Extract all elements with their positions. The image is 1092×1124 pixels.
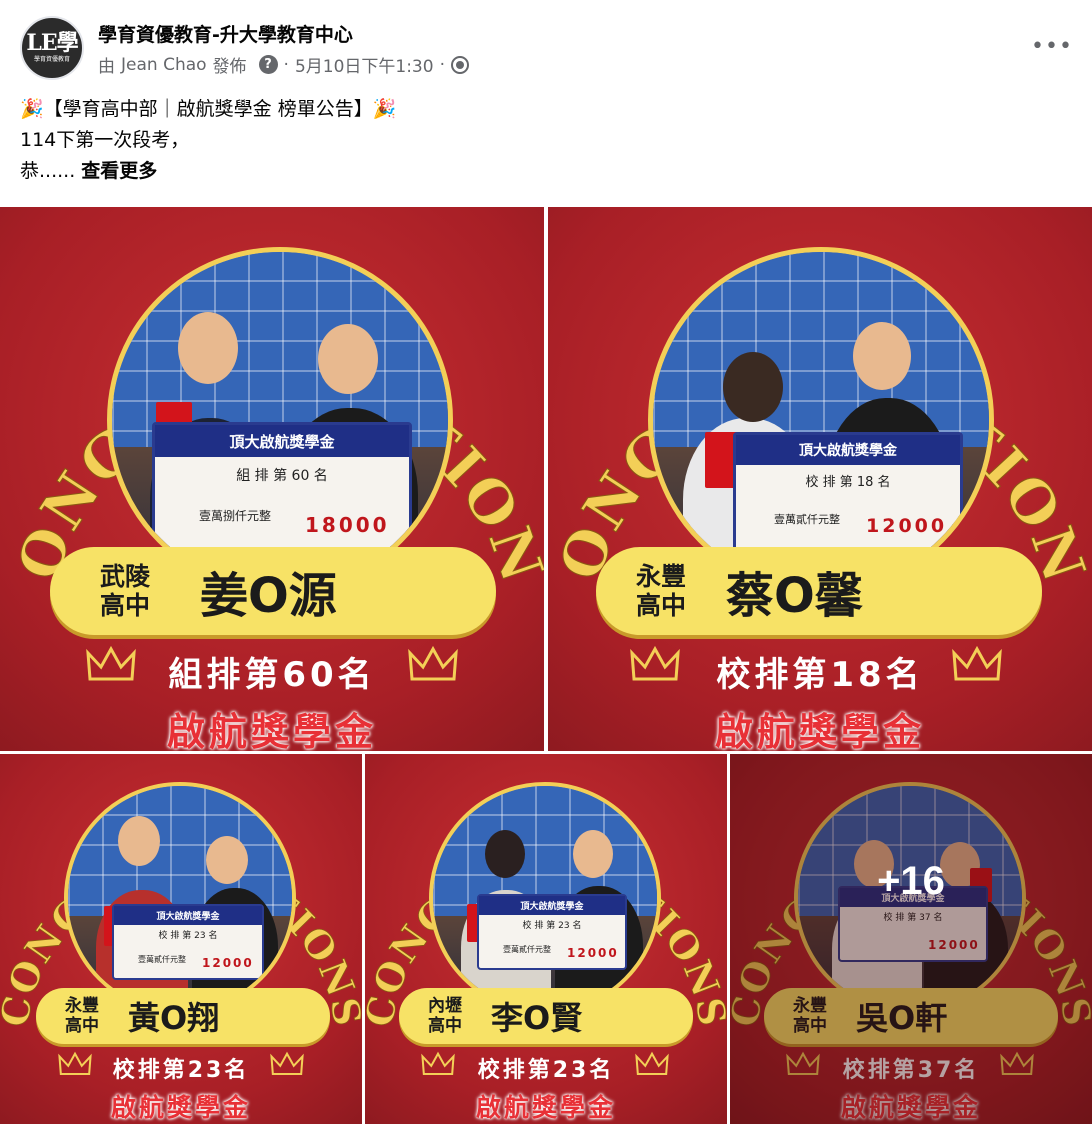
award-title: 啟航獎學金: [714, 710, 925, 751]
facebook-post: LE學 學育資優教育 學育資優教育-升大學教育中心 由 Jean Chao 發佈…: [0, 0, 1092, 1124]
globe-icon: [450, 55, 469, 74]
sign-words: 壹萬貳仟元整: [503, 945, 551, 954]
sign-amount: 18000: [305, 513, 390, 537]
sign-rank: 校 排 第 23 名: [522, 921, 582, 931]
post-meta: 由 Jean Chao 發佈 ? · 5月10日下午1:30 ·: [98, 52, 469, 77]
school-name: 永豐 高中: [36, 996, 128, 1036]
rank-text: 校排第23名: [477, 1058, 615, 1083]
sign-title: 頂大啟航獎學金: [479, 896, 625, 915]
school-line-2: 高中: [99, 591, 150, 620]
more-photos-count: +16: [877, 858, 945, 903]
crown-icon: [408, 645, 458, 681]
head-right: [573, 830, 613, 878]
award-photo: 頂大啟航獎學金 校 排 第 23 名 壹萬貳仟元整 12000: [64, 782, 296, 1014]
student-name: 黃O翔: [128, 999, 220, 1037]
award-title: 啟航獎學金: [110, 1093, 251, 1122]
award-photo: 頂大啟航獎學金 校 排 第 23 名 壹萬貳仟元整 12000: [429, 782, 661, 1014]
sign-amount: 12000: [866, 515, 948, 537]
more-options-button[interactable]: •••: [1031, 28, 1072, 64]
poster-wall: [653, 252, 989, 447]
head-left: [118, 816, 160, 866]
head-right: [853, 322, 911, 390]
photo-tile-4[interactable]: CONGRATULATIONS 頂大啟航獎學金 校 排 第 23 名 壹萬貳仟元…: [365, 754, 727, 1124]
author-prefix: 由: [98, 57, 115, 77]
rank-text: 校排第23名: [112, 1058, 250, 1083]
photo-tile-3[interactable]: CONGRATULATIONS 頂大啟航獎學金 校 排 第 23 名 壹萬貳仟元…: [0, 754, 362, 1124]
rank-text: 組排第60名: [168, 655, 376, 695]
sign-words: 壹萬貳仟元整: [138, 955, 186, 964]
sign-amount: 12000: [567, 946, 619, 960]
school-line-1: 永豐: [65, 996, 99, 1016]
post-text: 🎉【學育高中部｜啟航獎學金 榜單公告】🎉 114下第一次段考， 恭...... …: [20, 94, 1060, 187]
scholarship-sign: 頂大啟航獎學金 校 排 第 23 名 壹萬貳仟元整 12000: [112, 904, 264, 980]
sign-title: 頂大啟航獎學金: [114, 906, 262, 925]
award-photo: 頂大啟航獎學金 校 排 第 18 名 壹萬貳仟元整 12000: [648, 247, 994, 593]
sign-rank: 組 排 第 60 名: [236, 468, 328, 484]
page-name-link[interactable]: 學育資優教育-升大學教育中心: [98, 20, 353, 47]
school-name: 武陵 高中: [50, 562, 200, 620]
school-line-2: 高中: [428, 1016, 462, 1036]
name-banner: 武陵 高中 姜O源: [50, 547, 496, 635]
school-line-2: 高中: [635, 591, 686, 620]
sign-title: 頂大啟航獎學金: [736, 435, 960, 465]
post-text-truncated: 恭......: [20, 160, 76, 182]
school-name: 永豐 高中: [596, 562, 726, 620]
page-avatar[interactable]: LE學 學育資優教育: [20, 16, 84, 80]
award-title: 啟航獎學金: [475, 1093, 616, 1122]
student-name: 姜O源: [200, 568, 337, 624]
name-banner: 永豐 高中 黃O翔: [36, 988, 330, 1044]
meta-separator: ·: [283, 54, 289, 75]
more-photos-overlay[interactable]: +16: [730, 754, 1092, 1124]
sign-amount: 12000: [202, 956, 254, 970]
crown-icon: [270, 1051, 304, 1075]
head-left: [178, 312, 238, 384]
author-name-link[interactable]: Jean Chao: [121, 55, 207, 75]
school-name: 內壢 高中: [399, 996, 491, 1036]
school-line-1: 永豐: [635, 562, 686, 591]
avatar-logo-text: LE學: [26, 30, 78, 56]
school-line-1: 內壢: [428, 996, 462, 1016]
sign-rank: 校 排 第 18 名: [805, 475, 891, 490]
post-text-line-3: 恭...... 查看更多: [20, 156, 1060, 187]
sign-words: 壹萬捌仟元整: [199, 509, 272, 523]
head-left: [485, 830, 525, 878]
author-suffix: 發佈: [212, 57, 247, 77]
school-line-2: 高中: [65, 1016, 99, 1036]
help-icon[interactable]: ?: [258, 55, 278, 74]
see-more-link[interactable]: 查看更多: [81, 160, 157, 182]
sign-title: 頂大啟航獎學金: [155, 425, 409, 458]
student-name: 蔡O馨: [726, 568, 863, 624]
school-line-1: 武陵: [99, 562, 150, 591]
photo-tile-1[interactable]: CONGRATULATIONS 頂大啟航獎學金 組 排 第 60 名 壹萬捌仟元…: [0, 207, 544, 751]
meta-separator-2: ·: [439, 54, 445, 75]
student-name: 李O賢: [491, 999, 583, 1037]
sign-rank: 校 排 第 23 名: [158, 931, 218, 941]
head-left: [723, 352, 783, 422]
award-photo: 頂大啟航獎學金 組 排 第 60 名 壹萬捌仟元整 18000: [107, 247, 453, 593]
avatar-logo-subtext: 學育資優教育: [33, 56, 70, 63]
post-text-line-2: 114下第一次段考，: [20, 129, 190, 151]
sign-words: 壹萬貳仟元整: [774, 513, 840, 526]
scholarship-sign: 頂大啟航獎學金 校 排 第 18 名 壹萬貳仟元整 12000: [733, 432, 963, 552]
post-text-line-1: 🎉【學育高中部｜啟航獎學金 榜單公告】🎉: [20, 98, 397, 120]
photo-grid: CONGRATULATIONS 頂大啟航獎學金 組 排 第 60 名 壹萬捌仟元…: [0, 207, 1092, 1124]
award-title: 啟航獎學金: [166, 710, 377, 751]
name-banner: 內壢 高中 李O賢: [399, 988, 693, 1044]
scholarship-sign: 頂大啟航獎學金 組 排 第 60 名 壹萬捌仟元整 18000: [152, 422, 412, 552]
rank-text: 校排第18名: [716, 655, 924, 695]
head-right: [318, 324, 378, 394]
crown-icon: [635, 1051, 669, 1075]
head-right: [206, 836, 248, 884]
photo-tile-2[interactable]: CONGRATULATIONS 頂大啟航獎學金 校 排 第 18 名 壹萬貳仟元…: [548, 207, 1092, 751]
post-header: LE學 學育資優教育 學育資優教育-升大學教育中心 由 Jean Chao 發佈…: [20, 14, 1072, 84]
photo-tile-5[interactable]: CONGRATULATIONS 頂大啟航獎學金 校 排 第 37 名 12000…: [730, 754, 1092, 1124]
crown-icon: [952, 645, 1002, 681]
timestamp-link[interactable]: 5月10日下午1:30: [295, 52, 434, 77]
name-banner: 永豐 高中 蔡O馨: [596, 547, 1042, 635]
scholarship-sign: 頂大啟航獎學金 校 排 第 23 名 壹萬貳仟元整 12000: [477, 894, 627, 970]
